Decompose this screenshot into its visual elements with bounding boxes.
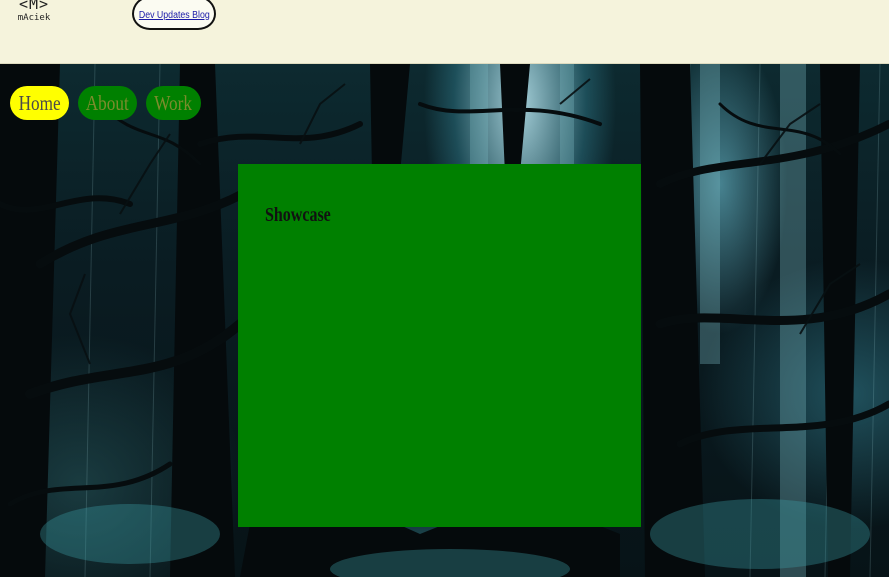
showcase-title: Showcase [265, 204, 331, 226]
dev-updates-blog-link[interactable]: Dev Updates Blog [132, 0, 216, 30]
nav-home-button[interactable]: Home [10, 86, 69, 120]
logo-text: mAciek [17, 13, 51, 23]
nav-about-button[interactable]: About [78, 86, 137, 120]
nav-about-label: About [85, 90, 130, 115]
nav-work-label: Work [154, 90, 193, 115]
main-nav: Home About Work [10, 86, 201, 120]
site-header: <M> mAciek Dev Updates Blog [0, 0, 889, 64]
dev-updates-blog-label: Dev Updates Blog [138, 9, 210, 21]
logo-mark: <M> [18, 0, 50, 13]
logo[interactable]: <M> mAciek [12, 0, 56, 30]
showcase-panel: Showcase [238, 164, 641, 527]
nav-work-button[interactable]: Work [146, 86, 201, 120]
nav-home-label: Home [18, 90, 61, 115]
